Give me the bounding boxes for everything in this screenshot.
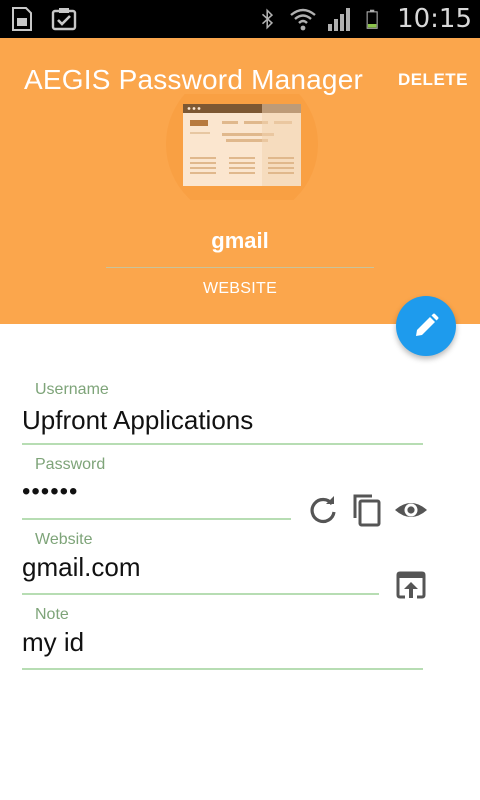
copy-icon[interactable] [350, 493, 384, 527]
password-field[interactable]: •••••• [22, 478, 78, 506]
signal-icon [328, 8, 351, 31]
status-left-icons [8, 5, 78, 33]
wifi-icon [290, 8, 316, 31]
username-field[interactable]: Upfront Applications [22, 405, 253, 436]
status-bar: 10:15 [0, 0, 480, 38]
password-underline [22, 518, 291, 520]
note-field[interactable]: my id [22, 627, 84, 658]
entry-header: AEGIS Password Manager DELETE gmail WEBS… [0, 38, 480, 324]
status-time: 10:15 [397, 4, 472, 34]
entry-name[interactable]: gmail [106, 228, 374, 254]
website-browser-icon [166, 94, 318, 200]
username-label: Username [35, 381, 109, 398]
app-title: AEGIS Password Manager [24, 64, 363, 95]
sim-card-icon [12, 7, 32, 31]
edit-fab-button[interactable] [396, 296, 456, 356]
note-underline [22, 668, 423, 670]
username-underline [22, 443, 423, 445]
bluetooth-icon [262, 8, 274, 30]
website-label: Website [35, 531, 93, 548]
eye-icon[interactable] [394, 493, 428, 527]
password-label: Password [35, 456, 106, 473]
open-in-browser-icon[interactable] [394, 568, 428, 602]
battery-icon [366, 9, 378, 29]
website-underline [22, 593, 379, 595]
clipboard-check-icon [51, 8, 77, 31]
entry-name-underline [106, 267, 374, 268]
entry-category[interactable]: WEBSITE [106, 280, 374, 298]
website-field[interactable]: gmail.com [22, 552, 140, 583]
note-label: Note [35, 606, 69, 623]
delete-button[interactable]: DELETE [398, 70, 468, 90]
edit-pencil-icon [416, 313, 439, 336]
refresh-icon[interactable] [306, 493, 340, 527]
status-right-icons: 10:15 [257, 3, 472, 35]
